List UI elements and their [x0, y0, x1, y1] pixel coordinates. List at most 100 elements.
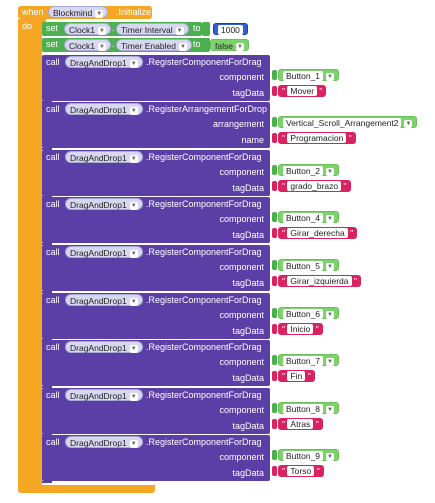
param2-socket — [272, 466, 277, 476]
call-block[interactable]: call DragAndDrop1 ▼ .RegisterArrangementF… — [42, 102, 270, 148]
text-literal[interactable]: " Programacion " — [278, 132, 356, 144]
set-property-label: Timer Enabled — [121, 41, 176, 51]
event-component-dropdown[interactable]: Blockmind ▼ — [48, 6, 109, 18]
call-component-dropdown[interactable]: DragAndDrop1 ▼ — [65, 198, 143, 210]
param1-socket — [272, 212, 277, 222]
param2-label: tagData — [232, 230, 264, 240]
text-literal[interactable]: " Inicio " — [278, 323, 323, 335]
set-property-dropdown[interactable]: Timer Enabled ▼ — [116, 39, 192, 51]
component-block[interactable]: Vertical_Scroll_Arrangement2 ▼ — [278, 116, 418, 128]
call-label: call — [46, 390, 60, 400]
set-block[interactable]: set Clock1 ▼ . Timer Enabled ▼ to — [42, 38, 206, 52]
call-component-label: DragAndDrop1 — [70, 438, 127, 448]
call-component-label: DragAndDrop1 — [70, 105, 127, 115]
text-literal[interactable]: " Girar_derecha " — [278, 227, 358, 239]
chevron-down-icon: ▼ — [404, 119, 413, 128]
chevron-down-icon: ▼ — [129, 392, 138, 401]
open-quote-icon: " — [282, 86, 286, 96]
call-block[interactable]: call DragAndDrop1 ▼ .RegisterComponentFor… — [42, 150, 270, 196]
call-block[interactable]: call DragAndDrop1 ▼ .RegisterComponentFor… — [42, 55, 270, 101]
call-block[interactable]: call DragAndDrop1 ▼ .RegisterComponentFor… — [42, 293, 270, 339]
component-block[interactable]: Button_7 ▼ — [278, 354, 340, 366]
call-method-label: .RegisterComponentForDrag — [146, 342, 262, 352]
component-block[interactable]: Button_2 ▼ — [278, 164, 340, 176]
set-property-dropdown[interactable]: Timer Interval ▼ — [116, 23, 189, 35]
param2-socket — [272, 276, 277, 286]
param1-label: component — [219, 167, 264, 177]
chevron-down-icon: ▼ — [326, 214, 335, 223]
param2-label: tagData — [232, 373, 264, 383]
chevron-down-icon: ▼ — [326, 310, 335, 319]
event-name-label: .Initialize — [116, 7, 152, 17]
component-block[interactable]: Button_9 ▼ — [278, 449, 340, 461]
event-block-header[interactable]: when Blockmind ▼ .Initialize — [18, 6, 152, 19]
call-component-dropdown[interactable]: DragAndDrop1 ▼ — [65, 246, 143, 258]
call-component-dropdown[interactable]: DragAndDrop1 ▼ — [65, 294, 143, 306]
param2-label: tagData — [232, 421, 264, 431]
chevron-down-icon: ▼ — [129, 439, 138, 448]
chevron-down-icon: ▼ — [326, 405, 335, 414]
text-value: Mover — [287, 86, 318, 96]
chevron-down-icon: ▼ — [129, 106, 138, 115]
call-component-label: DragAndDrop1 — [70, 391, 127, 401]
text-value: Torso — [287, 466, 315, 476]
chevron-down-icon: ▼ — [178, 42, 187, 51]
call-label: call — [46, 437, 60, 447]
call-block[interactable]: call DragAndDrop1 ▼ .RegisterComponentFor… — [42, 388, 270, 434]
text-literal[interactable]: " Atras " — [278, 418, 323, 430]
open-quote-icon: " — [282, 466, 286, 476]
component-block[interactable]: Button_8 ▼ — [278, 402, 340, 414]
text-value: Girar_izquierda — [287, 276, 352, 286]
chevron-down-icon: ▼ — [129, 59, 138, 68]
chevron-down-icon: ▼ — [95, 9, 104, 18]
call-label: call — [46, 57, 60, 67]
call-block[interactable]: call DragAndDrop1 ▼ .RegisterComponentFor… — [42, 340, 270, 386]
close-quote-icon: " — [350, 228, 354, 238]
text-literal[interactable]: " Mover " — [278, 85, 327, 97]
text-literal[interactable]: " Fin " — [278, 370, 315, 382]
event-block-spine — [18, 33, 42, 485]
call-block[interactable]: call DragAndDrop1 ▼ .RegisterComponentFor… — [42, 245, 270, 291]
to-label: to — [193, 39, 201, 49]
call-component-dropdown[interactable]: DragAndDrop1 ▼ — [65, 56, 143, 68]
text-literal[interactable]: " grado_brazo " — [278, 180, 351, 192]
set-component-dropdown[interactable]: Clock1 ▼ — [64, 23, 111, 35]
component-value: Button_7 — [283, 356, 324, 366]
component-block[interactable]: Button_5 ▼ — [278, 259, 340, 271]
call-component-dropdown[interactable]: DragAndDrop1 ▼ — [65, 341, 143, 353]
text-value: Fin — [287, 371, 306, 381]
chevron-down-icon: ▼ — [235, 42, 244, 51]
set-label: set — [46, 39, 59, 49]
component-block[interactable]: Button_4 ▼ — [278, 211, 340, 223]
text-literal[interactable]: " Torso " — [278, 465, 324, 477]
text-literal[interactable]: " Girar_izquierda " — [278, 275, 361, 287]
call-component-dropdown[interactable]: DragAndDrop1 ▼ — [65, 103, 143, 115]
set-component-label: Clock1 — [69, 25, 95, 35]
call-component-label: DragAndDrop1 — [70, 296, 127, 306]
call-component-dropdown[interactable]: DragAndDrop1 ▼ — [65, 436, 143, 448]
component-value: Button_9 — [283, 451, 324, 461]
param1-socket — [272, 117, 277, 127]
call-component-dropdown[interactable]: DragAndDrop1 ▼ — [65, 151, 143, 163]
close-quote-icon: " — [348, 133, 352, 143]
call-method-label: .RegisterComponentForDrag — [146, 247, 262, 257]
call-block[interactable]: call DragAndDrop1 ▼ .RegisterComponentFor… — [42, 435, 270, 481]
param2-socket — [272, 371, 277, 381]
close-quote-icon: " — [319, 86, 323, 96]
call-block[interactable]: call DragAndDrop1 ▼ .RegisterComponentFor… — [42, 197, 270, 243]
call-method-label: .RegisterComponentForDrag — [146, 57, 262, 67]
component-block[interactable]: Button_6 ▼ — [278, 307, 340, 319]
param1-socket — [272, 70, 277, 80]
param1-socket — [272, 355, 277, 365]
call-component-dropdown[interactable]: DragAndDrop1 ▼ — [65, 389, 143, 401]
boolean-literal[interactable]: false ▼ — [210, 39, 249, 51]
set-block[interactable]: set Clock1 ▼ . Timer Interval ▼ to — [42, 22, 202, 36]
open-quote-icon: " — [282, 324, 286, 334]
set-property-label: Timer Interval — [121, 25, 173, 35]
number-literal[interactable]: 1000 — [213, 23, 248, 35]
set-component-dropdown[interactable]: Clock1 ▼ — [64, 39, 111, 51]
component-block[interactable]: Button_1 ▼ — [278, 69, 340, 81]
call-component-label: DragAndDrop1 — [70, 200, 127, 210]
chevron-down-icon: ▼ — [326, 262, 335, 271]
call-label: call — [46, 295, 60, 305]
